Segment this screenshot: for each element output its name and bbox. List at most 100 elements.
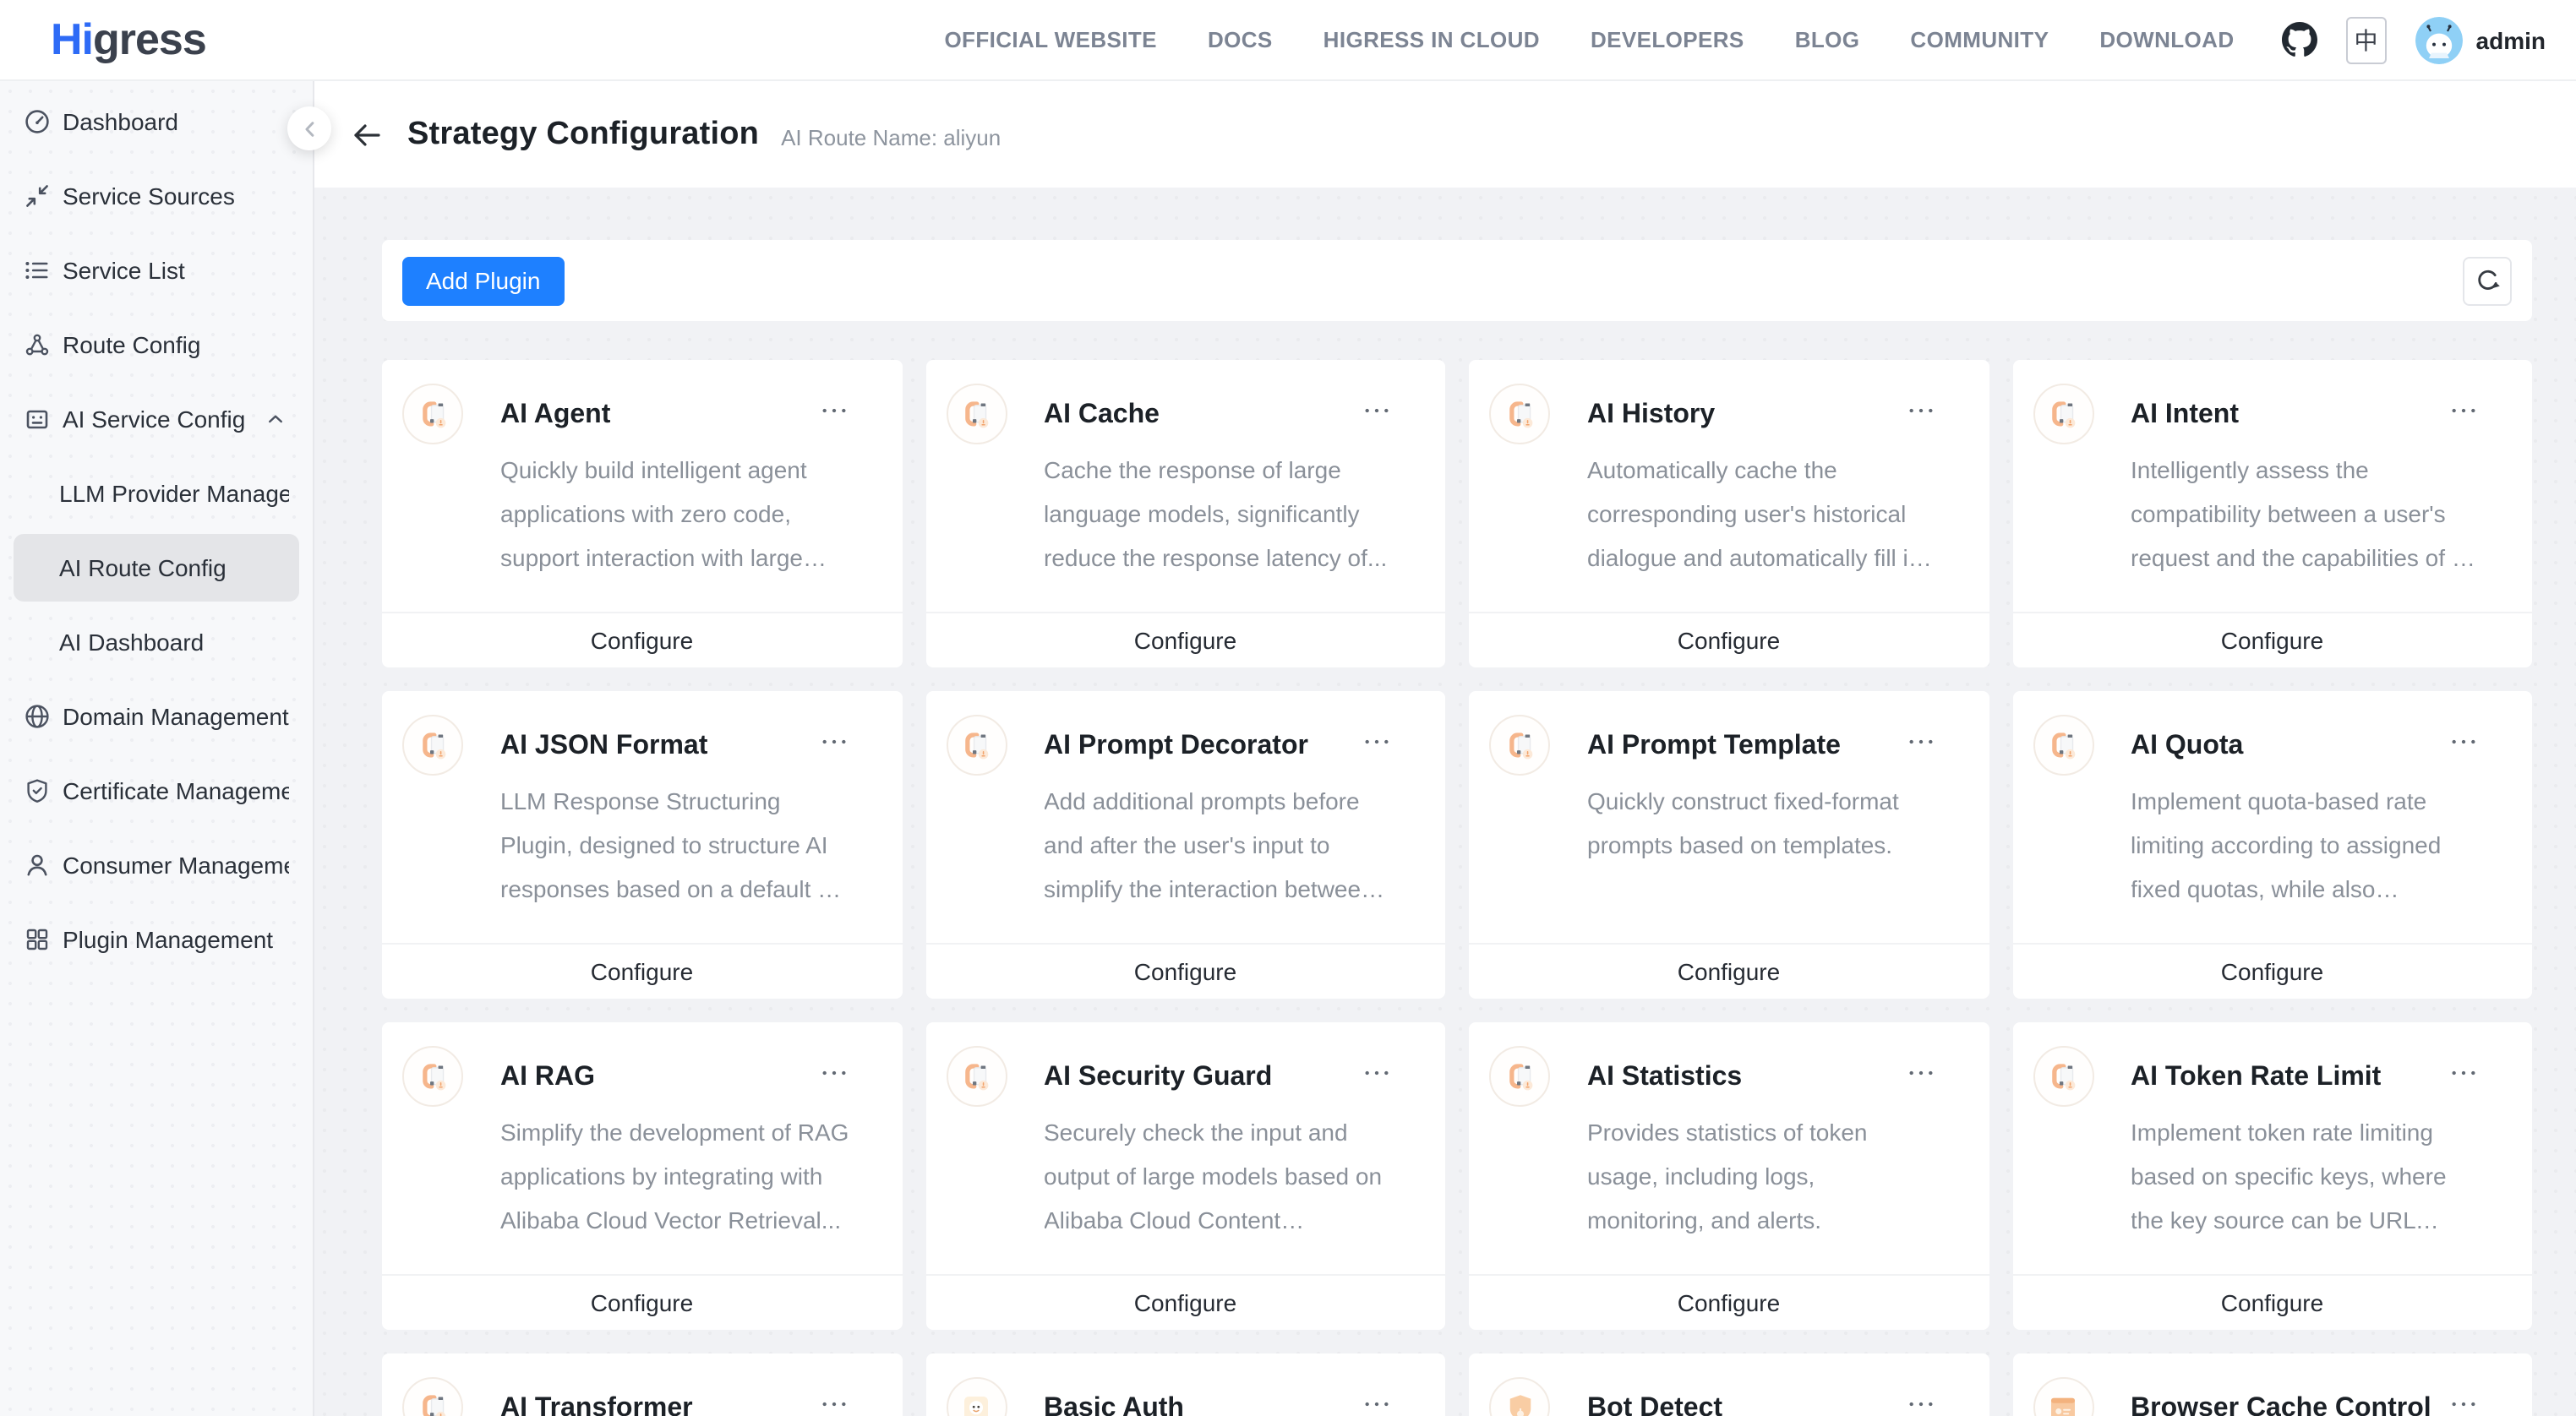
plugin-card-body: Bot Detect <box>1469 1353 1989 1416</box>
plugin-avatar <box>1489 384 1550 444</box>
top-nav: OFFICIAL WEBSITE DOCS HIGRESS IN CLOUD DEVE… <box>944 27 2234 52</box>
configure-button[interactable]: Configure <box>925 612 1445 667</box>
app-viewport: Higress OFFICIAL WEBSITE DOCS HIGRESS IN C… <box>0 0 2576 1416</box>
plugin-avatar <box>1489 715 1550 776</box>
sidebar-item-label: Route Config <box>63 331 289 358</box>
plugin-card-basic-auth: Basic AuthConfigure <box>925 1353 1445 1416</box>
plugin-title: AI Statistics <box>1587 1061 1742 1093</box>
sidebar-item-plugin-management[interactable]: Plugin Management <box>14 906 299 973</box>
plugin-card-body: AI CacheCache the response of large lang… <box>925 360 1445 612</box>
route-config-icon <box>24 331 51 358</box>
topnav-item-higress-in-cloud[interactable]: HIGRESS IN CLOUD <box>1323 27 1540 52</box>
plugin-card-ai-prompt-decorator: AI Prompt DecoratorAdd additional prompt… <box>925 691 1445 999</box>
plugin-title: AI History <box>1587 399 1715 431</box>
sidebar-item-label: Dashboard <box>63 108 289 135</box>
plugin-description: Add additional prompts before and after … <box>1044 779 1394 911</box>
more-menu-icon[interactable] <box>2436 1392 2481 1416</box>
plugin-card-ai-agent: AI AgentQuickly build intelligent agent … <box>382 360 902 667</box>
user-menu[interactable]: admin <box>2415 16 2546 63</box>
configure-button[interactable]: Configure <box>925 943 1445 999</box>
more-menu-icon[interactable] <box>1892 399 1938 422</box>
plugin-card-body: AI Security GuardSecurely check the inpu… <box>925 1022 1445 1274</box>
plugin-card-body: AI Prompt TemplateQuickly construct fixe… <box>1469 691 1989 943</box>
sidebar-item-service-sources[interactable]: Service Sources <box>14 162 299 230</box>
plugin-title: AI Quota <box>2131 730 2243 762</box>
configure-button[interactable]: Configure <box>1469 943 1989 999</box>
topnav-item-download[interactable]: DOWNLOAD <box>2099 27 2234 52</box>
plugin-card-ai-rag: AI RAGSimplify the development of RAG ap… <box>382 1022 902 1330</box>
plugin-description: Quickly build intelligent agent applicat… <box>500 448 851 580</box>
sidebar-item-certificate-management[interactable]: Certificate Management <box>14 757 299 825</box>
certificate-management-icon <box>24 777 51 804</box>
sidebar-item-dashboard[interactable]: Dashboard <box>14 88 299 155</box>
ai-plugin-icon <box>1502 727 1537 763</box>
sidebar-item-ai-route-config[interactable]: AI Route Config <box>14 534 299 602</box>
plugin-avatar <box>946 1046 1007 1107</box>
more-menu-icon[interactable] <box>1892 1392 1938 1416</box>
more-menu-icon[interactable] <box>1349 1061 1394 1085</box>
topnav-item-blog[interactable]: BLOG <box>1795 27 1860 52</box>
configure-button[interactable]: Configure <box>2012 1274 2532 1330</box>
plugin-avatar <box>946 715 1007 776</box>
add-plugin-button[interactable]: Add Plugin <box>402 256 564 305</box>
back-arrow-icon[interactable] <box>350 117 384 151</box>
sidebar-collapse-button[interactable] <box>287 106 331 150</box>
more-menu-icon[interactable] <box>1892 730 1938 754</box>
configure-button[interactable]: Configure <box>382 943 902 999</box>
ai-plugin-icon <box>2045 727 2081 763</box>
sidebar-item-consumer-management[interactable]: Consumer Management <box>14 831 299 899</box>
plugin-title: Basic Auth <box>1044 1392 1184 1416</box>
more-menu-icon[interactable] <box>2436 730 2481 754</box>
plugin-title: AI Transformer <box>500 1392 693 1416</box>
main-content: Add Plugin AI AgentQuickly build intelli… <box>314 188 2576 1416</box>
configure-button[interactable]: Configure <box>1469 1274 1989 1330</box>
ai-plugin-icon <box>2045 1059 2081 1094</box>
plugin-title: AI Token Rate Limit <box>2131 1061 2381 1093</box>
more-menu-icon[interactable] <box>1349 730 1394 754</box>
more-menu-icon[interactable] <box>1349 1392 1394 1416</box>
plugin-card-body: AI AgentQuickly build intelligent agent … <box>382 360 902 612</box>
plugin-grid: AI AgentQuickly build intelligent agent … <box>382 360 2532 1416</box>
consumer-management-icon <box>24 852 51 879</box>
more-menu-icon[interactable] <box>805 730 851 754</box>
more-menu-icon[interactable] <box>805 399 851 422</box>
configure-button[interactable]: Configure <box>2012 943 2532 999</box>
configure-button[interactable]: Configure <box>2012 612 2532 667</box>
github-icon[interactable] <box>2282 22 2317 57</box>
more-menu-icon[interactable] <box>1892 1061 1938 1085</box>
configure-button[interactable]: Configure <box>925 1274 1445 1330</box>
higress-logo[interactable]: Higress <box>51 14 206 66</box>
sidebar-item-domain-management[interactable]: Domain Management <box>14 683 299 750</box>
sidebar-item-llm-provider-management[interactable]: LLM Provider Management <box>14 460 299 527</box>
more-menu-icon[interactable] <box>805 1061 851 1085</box>
refresh-button[interactable] <box>2463 256 2512 305</box>
topnav-item-official-website[interactable]: OFFICIAL WEBSITE <box>944 27 1157 52</box>
more-menu-icon[interactable] <box>1349 399 1394 422</box>
sidebar-item-label: AI Dashboard <box>59 629 289 656</box>
configure-button[interactable]: Configure <box>382 612 902 667</box>
plugin-title: AI RAG <box>500 1061 595 1093</box>
sidebar-item-label: Consumer Management <box>63 852 289 879</box>
sidebar: Dashboard Service Sources Service List Rout… <box>0 81 314 1416</box>
configure-button[interactable]: Configure <box>1469 612 1989 667</box>
topnav-item-community[interactable]: COMMUNITY <box>1910 27 2049 52</box>
plugin-management-icon <box>24 926 51 953</box>
plugin-card-body: Browser Cache Control <box>2012 1353 2532 1416</box>
ai-plugin-icon <box>415 1390 450 1416</box>
ai-plugin-icon <box>1502 396 1537 432</box>
sidebar-item-route-config[interactable]: Route Config <box>14 311 299 379</box>
language-toggle-button[interactable]: 中 <box>2346 16 2387 63</box>
topnav-item-developers[interactable]: DEVELOPERS <box>1591 27 1744 52</box>
sidebar-item-ai-service-config[interactable]: AI Service Config <box>14 385 299 453</box>
ai-plugin-icon <box>2045 396 2081 432</box>
configure-button[interactable]: Configure <box>382 1274 902 1330</box>
plugin-description: Securely check the input and output of l… <box>1044 1110 1394 1242</box>
sidebar-item-service-list[interactable]: Service List <box>14 237 299 304</box>
logo-text-gress: gress <box>93 14 206 64</box>
plugin-description: LLM Response Structuring Plugin, designe… <box>500 779 851 911</box>
more-menu-icon[interactable] <box>2436 1061 2481 1085</box>
topnav-item-docs[interactable]: DOCS <box>1208 27 1273 52</box>
sidebar-item-ai-dashboard[interactable]: AI Dashboard <box>14 608 299 676</box>
more-menu-icon[interactable] <box>805 1392 851 1416</box>
more-menu-icon[interactable] <box>2436 399 2481 422</box>
